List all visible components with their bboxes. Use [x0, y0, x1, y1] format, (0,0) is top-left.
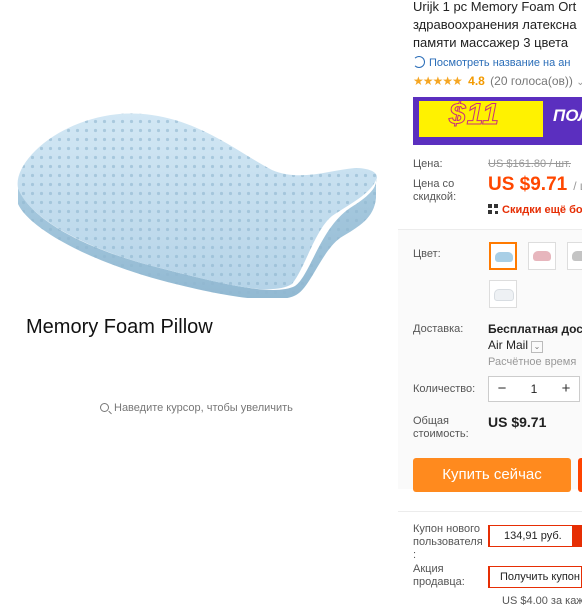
rating-count: (20 голоса(ов)) — [490, 74, 573, 88]
color-swatch-gray[interactable] — [567, 242, 582, 270]
get-coupon-button[interactable]: Получить купон — [488, 566, 582, 588]
magnifier-icon — [100, 403, 109, 412]
pillow-thumbnail — [494, 289, 514, 301]
discount-price-label: Цена со скидкой: — [413, 178, 457, 203]
app-discount-link[interactable]: Скидки ещё бол — [488, 204, 582, 216]
new-user-coupon[interactable]: 134,91 руб. — [488, 525, 582, 547]
new-user-coupon-label: Купон нового пользователя : — [413, 523, 483, 561]
app-discount-text: Скидки ещё бол — [502, 204, 582, 216]
product-title-line: памяти массажер 3 цвета — [413, 35, 569, 50]
translate-link[interactable]: Посмотреть название на ан — [413, 56, 570, 69]
quantity-increase-button[interactable]: + — [556, 379, 576, 399]
zoom-hint: Наведите курсор, чтобы увеличить — [100, 402, 293, 414]
original-price: US $161.80 / шт. — [488, 158, 571, 170]
rating-row[interactable]: ★★★★★ 4.8 (20 голоса(ов)) ⌄ — [413, 74, 582, 88]
product-image[interactable] — [10, 108, 382, 298]
promo-banner-price: $11 — [449, 98, 500, 132]
color-label: Цвет: — [413, 248, 441, 260]
add-to-cart-button[interactable] — [578, 458, 582, 492]
color-swatch-blue[interactable] — [489, 242, 517, 270]
pillow-thumbnail — [533, 251, 551, 261]
total-value: US $9.71 — [488, 414, 547, 430]
pillow-thumbnail — [572, 251, 582, 261]
product-title: Urijk 1 pc Memory Foam Ort здравоохранен… — [413, 0, 582, 52]
quantity-input[interactable]: 1 — [519, 382, 549, 396]
shipping-estimate: Расчётное время — [488, 356, 577, 368]
discount-price: US $9.71 / ш — [488, 174, 582, 196]
star-rating-icon: ★★★★★ — [413, 74, 463, 88]
zoom-hint-text: Наведите курсор, чтобы увеличить — [114, 402, 293, 414]
pillow-thumbnail — [495, 252, 513, 262]
chevron-down-icon: ⌄ — [531, 341, 544, 353]
quantity-decrease-button[interactable]: − — [492, 379, 512, 399]
translate-link-text: Посмотреть название на ан — [429, 57, 571, 69]
promo-banner-text: ПОЛ — [553, 106, 582, 125]
seller-promo-label: Акция продавца: — [413, 563, 465, 588]
shipping-method: Air Mail — [488, 338, 529, 352]
product-title-line: здравоохранения латексна — [413, 17, 577, 32]
divider — [398, 229, 582, 230]
quantity-label: Количество: — [413, 383, 476, 395]
promo-banner[interactable]: $11 ПОЛ — [413, 97, 582, 145]
price-label: Цена: — [413, 158, 443, 170]
seller-coupon-detail: US $4.00 за каж — [502, 595, 582, 607]
quantity-stepper: − 1 + — [488, 376, 580, 402]
translate-icon — [413, 56, 425, 68]
chevron-down-icon: ⌄ — [576, 77, 582, 88]
total-label: Общая стоимость: — [413, 415, 469, 440]
buy-now-button[interactable]: Купить сейчас — [413, 458, 571, 492]
product-title-line: Urijk 1 pc Memory Foam Ort — [413, 0, 577, 14]
qr-code-icon — [488, 204, 498, 214]
rating-value: 4.8 — [468, 74, 485, 88]
shipping-method-select[interactable]: Air Mail ⌄ — [488, 338, 544, 353]
discount-price-value: US $9.71 — [488, 174, 568, 195]
shipping-name: Бесплатная доста — [488, 322, 582, 336]
image-caption: Memory Foam Pillow — [26, 316, 213, 338]
divider — [398, 511, 582, 512]
coupon-tab — [572, 525, 582, 547]
color-swatch-white[interactable] — [489, 280, 517, 308]
shipping-label: Доставка: — [413, 323, 464, 335]
image-gallery: Memory Foam Pillow Наведите курсор, чтоб… — [0, 0, 398, 604]
price-unit: / ш — [573, 179, 582, 193]
color-swatch-pink[interactable] — [528, 242, 556, 270]
